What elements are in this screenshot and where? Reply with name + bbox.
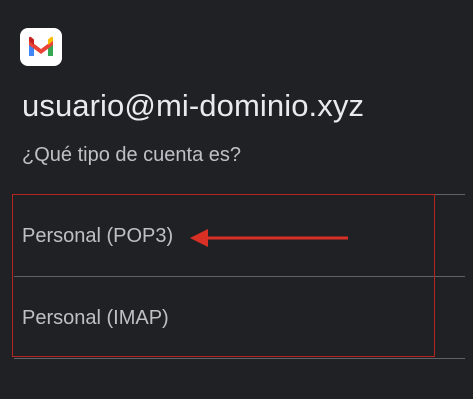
account-type-screen: usuario@mi-dominio.xyz ¿Qué tipo de cuen… (0, 0, 473, 399)
account-email: usuario@mi-dominio.xyz (22, 88, 365, 123)
gmail-logo-icon (20, 28, 62, 66)
option-personal-imap[interactable]: Personal (IMAP) (14, 278, 465, 358)
option-label: Personal (POP3) (22, 224, 174, 247)
divider (14, 194, 465, 195)
divider (14, 358, 465, 359)
option-label: Personal (IMAP) (22, 306, 169, 329)
gmail-m-icon (29, 36, 53, 56)
left-arrow-icon (190, 229, 348, 247)
divider (14, 276, 465, 277)
account-type-question: ¿Qué tipo de cuenta es? (22, 144, 242, 166)
